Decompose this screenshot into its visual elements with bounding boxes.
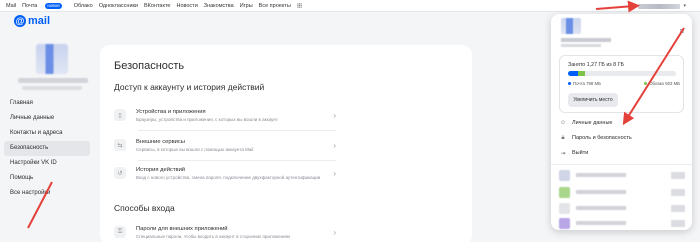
- storage-legend: Почта 798 МБ Облако 503 МБ: [568, 81, 680, 86]
- history-icon: ↺: [114, 167, 126, 179]
- row-subtitle: Браузеры, устройства и приложения, с кот…: [136, 116, 278, 122]
- settings-sidebar: Главная Личные данные Контакты и адреса …: [4, 96, 90, 201]
- account-extra-redacted: [671, 171, 685, 179]
- cloud-dot-icon: [644, 82, 648, 86]
- menu-label: Личные данные: [572, 120, 613, 126]
- row-title: Пароли для внешних приложений: [136, 225, 228, 232]
- chevron-right-icon: ›: [333, 110, 336, 120]
- external-services-icon: ⇆: [114, 139, 126, 151]
- increase-space-button[interactable]: Увеличить место: [568, 93, 618, 107]
- other-account-row[interactable]: [559, 185, 685, 199]
- row-title: История действий: [136, 166, 186, 173]
- user-name-redacted: [18, 78, 88, 83]
- chevron-down-icon: ▾: [683, 3, 686, 9]
- copy-icon[interactable]: ⧉: [680, 29, 684, 36]
- row-app-passwords[interactable]: ⚿ Пароли для внешних приложений Специаль…: [114, 218, 336, 242]
- key-icon: ⚿: [114, 226, 126, 238]
- page-title: Безопасность: [114, 60, 185, 72]
- legend-cloud: Облако 503 МБ: [644, 81, 680, 86]
- account-name-redacted: [576, 206, 626, 210]
- mail-dot-icon: [568, 82, 571, 86]
- logout-icon: ⇥: [560, 150, 566, 157]
- menu-password-security[interactable]: 🔒︎ Пароль и безопасность: [559, 131, 684, 145]
- menu-logout[interactable]: ⇥ Выйти: [559, 146, 684, 160]
- sidebar-item-home[interactable]: Главная: [4, 96, 90, 111]
- sidebar-item-personal-data[interactable]: Личные данные: [4, 111, 90, 126]
- nav-news[interactable]: Новости: [176, 3, 197, 9]
- chevron-right-icon: ›: [333, 168, 336, 178]
- row-subtitle: Вход с нового устройства, смена пароля, …: [136, 174, 321, 180]
- menu-personal-data[interactable]: ☺ Личные данные: [559, 116, 684, 130]
- chevron-right-icon: ›: [333, 227, 336, 237]
- storage-progress-bar: [568, 71, 676, 76]
- chevron-right-icon: ›: [333, 140, 336, 150]
- row-subtitle: Специальные пароли, чтобы входить в акка…: [136, 233, 291, 239]
- avatar[interactable]: [36, 44, 68, 74]
- account-name-redacted: [576, 221, 626, 225]
- divider: [551, 164, 692, 165]
- storage-widget: Занято 1,27 ГБ из 8 ГБ Почта 798 МБ Обла…: [559, 55, 684, 113]
- person-icon: ☺: [559, 120, 567, 126]
- account-extra-redacted: [671, 204, 685, 212]
- lock-icon: 🔒︎: [561, 134, 565, 141]
- other-account-row[interactable]: [559, 168, 685, 182]
- row-subtitle: Сервисы, в которые вы вошли с помощью ак…: [136, 146, 254, 152]
- row-activity-history[interactable]: ↺ История действий Вход с нового устройс…: [114, 159, 336, 187]
- menu-label: Пароль и безопасность: [572, 135, 632, 141]
- sidebar-item-help[interactable]: Помощь: [4, 171, 90, 186]
- account-name-redacted: [561, 38, 611, 42]
- user-email-redacted: [22, 86, 82, 90]
- apps-grid-icon[interactable]: [296, 3, 302, 8]
- account-email-redacted: [638, 3, 681, 9]
- account-dropdown: ⧉ Занято 1,27 ГБ из 8 ГБ Почта 798 МБ Об…: [551, 14, 692, 230]
- phone-icon: ▯: [114, 109, 126, 121]
- at-logo-icon: @: [14, 15, 26, 27]
- sidebar-item-security[interactable]: Безопасность: [4, 141, 90, 156]
- nav-games[interactable]: Игры: [240, 3, 253, 9]
- nav-all-projects[interactable]: Все проекты: [259, 3, 291, 9]
- avatar: [559, 186, 570, 198]
- row-title: Устройства и приложения: [136, 108, 206, 115]
- avatar: [559, 202, 570, 214]
- sidebar-item-contacts[interactable]: Контакты и адреса: [4, 126, 90, 141]
- avatar: [559, 217, 570, 229]
- section-title-login-methods: Способы входа: [114, 203, 175, 213]
- sidebar-item-vkid-settings[interactable]: Настройки VK ID: [4, 156, 90, 171]
- mail-usage-fill: [568, 71, 579, 76]
- new-badge: новое: [45, 2, 62, 9]
- row-external-services[interactable]: ⇆ Внешние сервисы Сервисы, в которые вы …: [114, 131, 336, 159]
- account-extra-redacted: [671, 219, 685, 227]
- nav-mail[interactable]: Почта новое: [22, 2, 68, 9]
- menu-label: Выйти: [572, 150, 589, 156]
- account-switcher[interactable]: ▾: [628, 2, 686, 10]
- security-card: Безопасность Доступ к аккаунту и история…: [100, 45, 472, 242]
- account-name-redacted: [576, 190, 626, 194]
- cloud-usage-fill: [578, 71, 586, 76]
- nav-dating[interactable]: Знакомства: [204, 3, 234, 9]
- nav-ok[interactable]: Одноклассники: [99, 3, 138, 9]
- nav-cloud[interactable]: Облако: [74, 3, 93, 9]
- top-bar: Mail Почта новое Облако Одноклассники ВКо…: [0, 0, 700, 12]
- mail-logo[interactable]: @ mail: [14, 15, 50, 27]
- logo-text: mail: [28, 15, 51, 27]
- legend-mail: Почта 798 МБ: [568, 81, 601, 86]
- section-title-access: Доступ к аккаунту и история действий: [114, 82, 265, 92]
- nav-vk[interactable]: ВКонтакте: [144, 3, 170, 9]
- account-avatar-small: [628, 2, 636, 10]
- other-account-row[interactable]: [559, 201, 685, 215]
- portal-nav: Mail Почта новое Облако Одноклассники ВКо…: [0, 2, 308, 9]
- avatar: [561, 18, 581, 34]
- account-name-redacted: [576, 173, 626, 177]
- sidebar-item-all-settings[interactable]: Все настройки: [4, 186, 90, 201]
- other-account-row[interactable]: [559, 216, 685, 230]
- account-extra-redacted: [671, 188, 685, 196]
- nav-mail-ru[interactable]: Mail: [6, 3, 16, 9]
- row-devices[interactable]: ▯ Устройства и приложения Браузеры, устр…: [114, 101, 336, 129]
- storage-used-text: Занято 1,27 ГБ из 8 ГБ: [568, 62, 624, 68]
- avatar: [559, 169, 570, 181]
- row-title: Внешние сервисы: [136, 138, 185, 145]
- account-email-redacted: [561, 44, 601, 47]
